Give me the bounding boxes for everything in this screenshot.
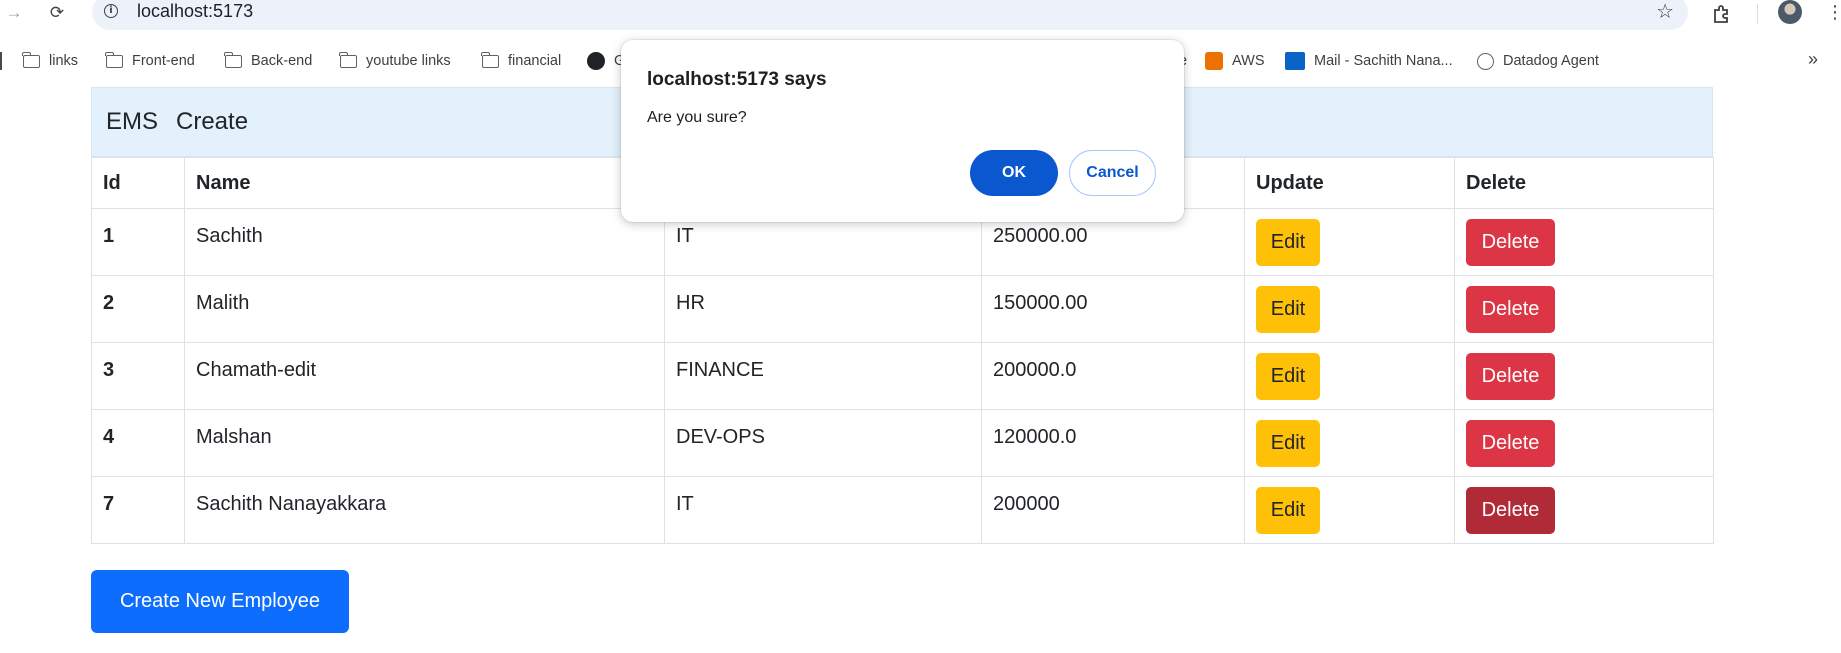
bookmark-youtube-links[interactable]: youtube links: [339, 51, 451, 71]
bookmark-github[interactable]: G: [587, 51, 625, 71]
table-row: 3 Chamath-edit FINANCE 200000.0 Edit Del…: [91, 342, 1714, 410]
cell-update: Edit: [1244, 208, 1455, 276]
profile-avatar[interactable]: [1778, 0, 1802, 24]
forward-arrow-icon[interactable]: →: [4, 2, 24, 24]
cell-delete: Delete: [1454, 208, 1714, 276]
site-info-icon[interactable]: i: [104, 4, 118, 18]
cell-department: FINANCE: [664, 342, 982, 410]
cell-update: Edit: [1244, 476, 1455, 544]
ok-button[interactable]: OK: [970, 150, 1058, 196]
edit-button[interactable]: Edit: [1256, 487, 1320, 534]
cell-delete: Delete: [1454, 409, 1714, 477]
cell-id: 7: [91, 476, 185, 544]
create-employee-button[interactable]: Create New Employee: [91, 570, 349, 633]
header-name: Name: [184, 157, 665, 209]
cell-id: 3: [91, 342, 185, 410]
table-row: 7 Sachith Nanayakkara IT 200000 Edit Del…: [91, 476, 1714, 544]
table-row: 2 Malith HR 150000.00 Edit Delete: [91, 275, 1714, 343]
bookmark-label: Datadog Agent: [1503, 53, 1599, 69]
browser-menu-icon[interactable]: ⋮: [1826, 2, 1841, 22]
confirm-dialog: localhost:5173 says Are you sure? OK Can…: [621, 40, 1184, 222]
cell-delete: Delete: [1454, 275, 1714, 343]
aws-icon: [1205, 52, 1223, 70]
cell-update: Edit: [1244, 342, 1455, 410]
extensions-icon[interactable]: [1710, 2, 1734, 26]
cell-name: Chamath-edit: [184, 342, 665, 410]
bookmark-label: youtube links: [366, 53, 451, 69]
dialog-title: localhost:5173 says: [647, 69, 827, 90]
bookmark-financial[interactable]: financial: [481, 51, 562, 71]
more-bookmarks-icon[interactable]: »: [1808, 49, 1818, 70]
brand-link[interactable]: EMS: [106, 108, 158, 136]
delete-button[interactable]: Delete: [1466, 286, 1555, 333]
bookmark-label: financial: [508, 53, 562, 69]
cell-delete: Delete: [1454, 476, 1714, 544]
cell-department: HR: [664, 275, 982, 343]
cell-delete: Delete: [1454, 342, 1714, 410]
cell-id: 4: [91, 409, 185, 477]
cell-name: Sachith Nanayakkara: [184, 476, 665, 544]
header-id: Id: [91, 157, 185, 209]
cell-id: 2: [91, 275, 185, 343]
cell-name: Sachith: [184, 208, 665, 276]
reload-icon[interactable]: ⟳: [46, 2, 68, 24]
bookmark-label: Front-end: [132, 53, 195, 69]
delete-button[interactable]: Delete: [1466, 219, 1555, 266]
cell-salary: 150000.00: [981, 275, 1245, 343]
cell-update: Edit: [1244, 275, 1455, 343]
cell-name: Malshan: [184, 409, 665, 477]
outlook-icon: [1285, 52, 1305, 70]
folder-icon: [22, 51, 40, 68]
address-bar[interactable]: i localhost:5173 ☆: [92, 0, 1688, 30]
nav-create-link[interactable]: Create: [176, 108, 248, 136]
delete-button[interactable]: Delete: [1466, 353, 1555, 400]
edit-button[interactable]: Edit: [1256, 420, 1320, 467]
bookmark-front-end[interactable]: Front-end: [105, 51, 195, 71]
delete-button[interactable]: Delete: [1466, 487, 1555, 534]
cell-salary: 120000.0: [981, 409, 1245, 477]
delete-button[interactable]: Delete: [1466, 420, 1555, 467]
table-row: 4 Malshan DEV-OPS 120000.0 Edit Delete: [91, 409, 1714, 477]
cell-name: Malith: [184, 275, 665, 343]
browser-toolbar: → ⟳ i localhost:5173 ☆ ⋮: [0, 0, 1841, 30]
bookmark-label: AWS: [1232, 53, 1265, 69]
bookmark-label: Mail - Sachith Nana...: [1314, 53, 1453, 69]
dialog-message: Are you sure?: [647, 109, 747, 126]
cell-salary: 200000.0: [981, 342, 1245, 410]
folder-icon: [481, 51, 499, 68]
bookmark-links[interactable]: links: [22, 51, 79, 71]
bookmark-star-icon[interactable]: ☆: [1656, 0, 1674, 24]
folder-icon: [339, 51, 357, 68]
github-icon: [587, 52, 605, 70]
cell-id: 1: [91, 208, 185, 276]
url-text: localhost:5173: [137, 1, 254, 21]
bookmark-back-end[interactable]: Back-end: [224, 51, 313, 71]
header-delete: Delete: [1454, 157, 1714, 209]
cell-department: IT: [664, 476, 982, 544]
bookmark-label: Back-end: [251, 53, 313, 69]
globe-icon: [1477, 52, 1494, 70]
folder-icon: [105, 51, 123, 68]
toolbar-divider: [1757, 4, 1758, 24]
bookmark-datadog[interactable]: Datadog Agent: [1477, 51, 1599, 71]
edit-button[interactable]: Edit: [1256, 286, 1320, 333]
edit-button[interactable]: Edit: [1256, 353, 1320, 400]
bookmark-aws[interactable]: AWS: [1205, 51, 1265, 71]
bookmark-mail[interactable]: Mail - Sachith Nana...: [1285, 51, 1453, 71]
bookmark-label: links: [49, 53, 79, 69]
cell-update: Edit: [1244, 409, 1455, 477]
edit-button[interactable]: Edit: [1256, 219, 1320, 266]
folder-icon: [224, 51, 242, 68]
cancel-button[interactable]: Cancel: [1069, 150, 1156, 196]
cell-salary: 200000: [981, 476, 1245, 544]
header-update: Update: [1244, 157, 1455, 209]
cell-department: DEV-OPS: [664, 409, 982, 477]
